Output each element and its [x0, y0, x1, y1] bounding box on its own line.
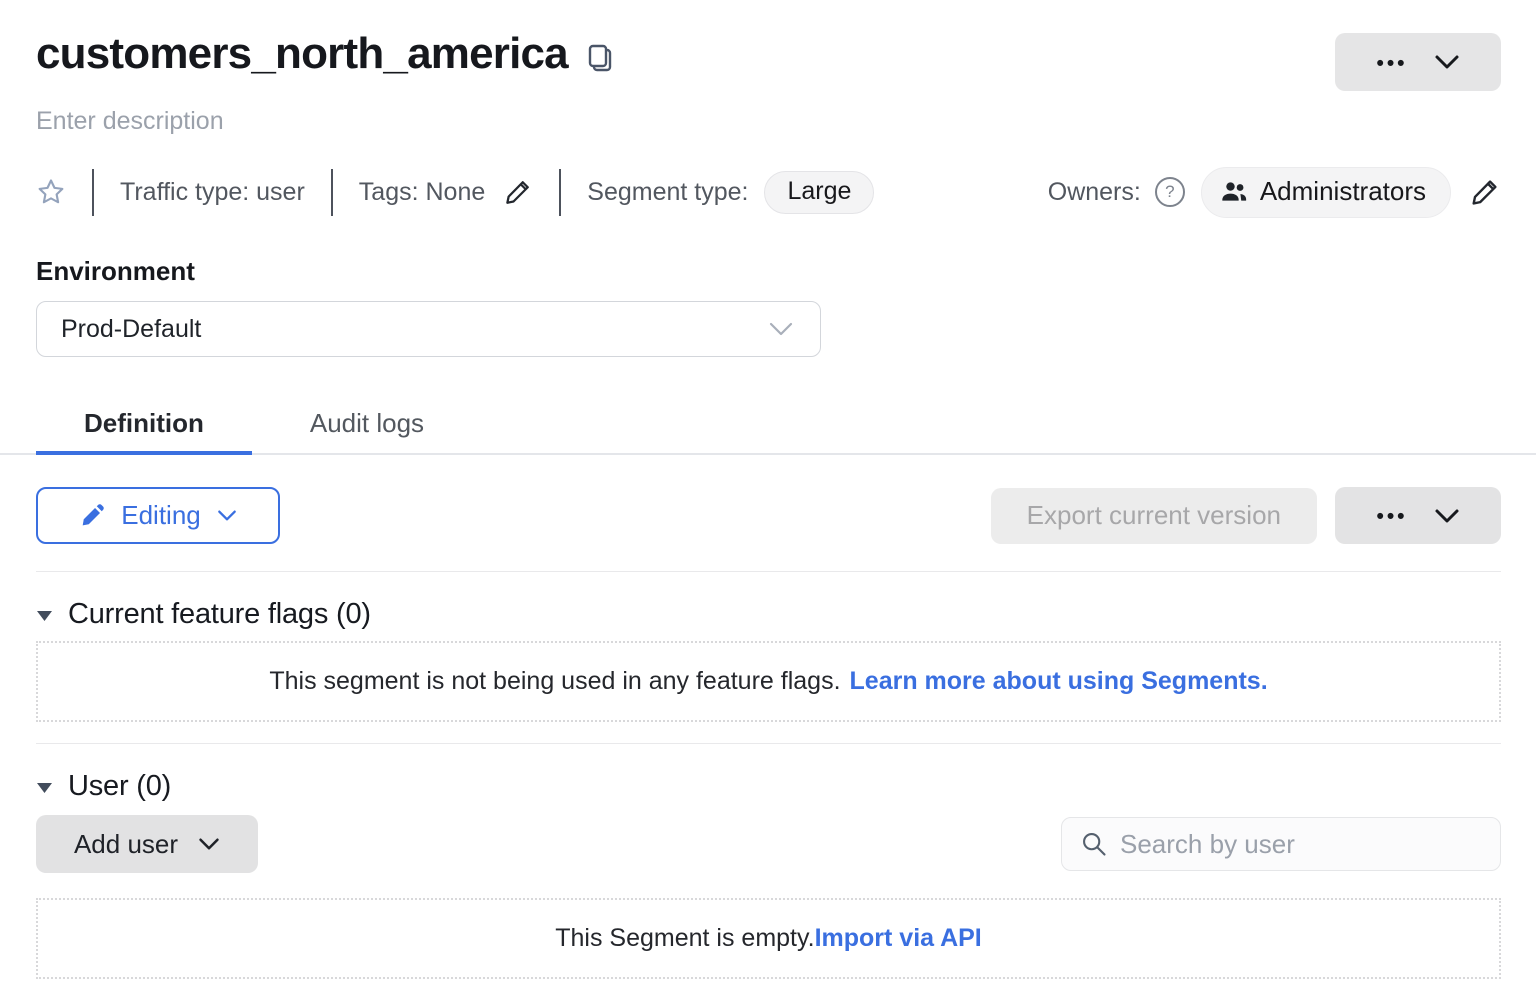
feature-flags-section-title: Current feature flags (0) [68, 598, 371, 631]
divider [559, 169, 561, 216]
owners-value: Administrators [1260, 176, 1426, 207]
add-user-button[interactable]: Add user [36, 815, 258, 873]
ellipsis-icon: ••• [1376, 51, 1407, 74]
tags-group: Tags: None [359, 177, 533, 207]
feature-flags-section-header[interactable]: Current feature flags (0) [36, 598, 1501, 631]
user-empty-text: This Segment is empty. [555, 924, 814, 953]
user-search-box [1061, 817, 1501, 871]
page-title: customers_north_america [36, 28, 568, 80]
chevron-down-icon [1434, 508, 1460, 524]
description-placeholder[interactable]: Enter description [36, 107, 1501, 136]
header-more-actions-button[interactable]: ••• [1335, 33, 1501, 91]
divider [331, 169, 333, 216]
ellipsis-icon: ••• [1376, 504, 1407, 527]
tab-audit-logs[interactable]: Audit logs [262, 393, 472, 453]
group-icon [1220, 177, 1248, 205]
tab-bar: Definition Audit logs [0, 393, 1536, 455]
user-section-title: User (0) [68, 770, 171, 803]
segment-detail-page: customers_north_america ••• Enter descri… [0, 0, 1536, 1002]
traffic-type-label: Traffic type: user [120, 178, 305, 207]
editing-mode-button[interactable]: Editing [36, 487, 280, 544]
definition-toolbar: Editing Export current version ••• [36, 487, 1501, 544]
export-current-version-button[interactable]: Export current version [991, 488, 1317, 544]
caret-down-icon [36, 782, 53, 794]
feature-flags-empty-text: This segment is not being used in any fe… [269, 667, 840, 696]
editing-label: Editing [121, 500, 201, 531]
user-empty-state: This Segment is empty. Import via API [36, 898, 1501, 979]
chevron-down-icon [217, 509, 237, 522]
copy-icon[interactable] [586, 43, 613, 73]
chevron-down-icon [768, 321, 794, 337]
tags-label: Tags: None [359, 178, 485, 207]
chevron-down-icon [198, 837, 220, 851]
divider [92, 169, 94, 216]
section-divider [36, 571, 1501, 572]
caret-down-icon [36, 610, 53, 622]
edit-owners-pencil-icon[interactable] [1469, 176, 1501, 208]
section-divider [36, 743, 1501, 744]
search-icon [1080, 830, 1108, 858]
page-header: customers_north_america ••• [36, 28, 1501, 91]
pencil-icon [79, 503, 105, 529]
owners-label: Owners: [1048, 178, 1141, 207]
owners-help-icon[interactable]: ? [1155, 177, 1185, 207]
environment-select[interactable]: Prod-Default [36, 301, 821, 357]
segment-type-group: Segment type: Large [587, 171, 874, 214]
definition-more-actions-button[interactable]: ••• [1335, 487, 1501, 544]
user-toolbar: Add user [36, 815, 1501, 873]
favorite-star-icon[interactable] [36, 177, 66, 207]
learn-more-segments-link[interactable]: Learn more about using Segments. [850, 667, 1268, 696]
user-search-input[interactable] [1120, 829, 1482, 860]
owners-group: Owners: ? Administrators [1048, 167, 1501, 218]
segment-type-badge: Large [764, 171, 874, 214]
chevron-down-icon [1434, 54, 1460, 70]
segment-type-label: Segment type: [587, 178, 748, 207]
meta-row: Traffic type: user Tags: None Segment ty… [36, 170, 1501, 214]
owners-chip[interactable]: Administrators [1201, 167, 1451, 218]
edit-tags-pencil-icon[interactable] [503, 177, 533, 207]
feature-flags-empty-state: This segment is not being used in any fe… [36, 641, 1501, 722]
user-section-header[interactable]: User (0) [36, 770, 1501, 803]
import-via-api-link[interactable]: Import via API [815, 924, 982, 953]
tab-definition[interactable]: Definition [36, 393, 252, 453]
add-user-label: Add user [74, 829, 178, 860]
environment-selected-value: Prod-Default [61, 315, 201, 344]
environment-label: Environment [36, 256, 1501, 287]
